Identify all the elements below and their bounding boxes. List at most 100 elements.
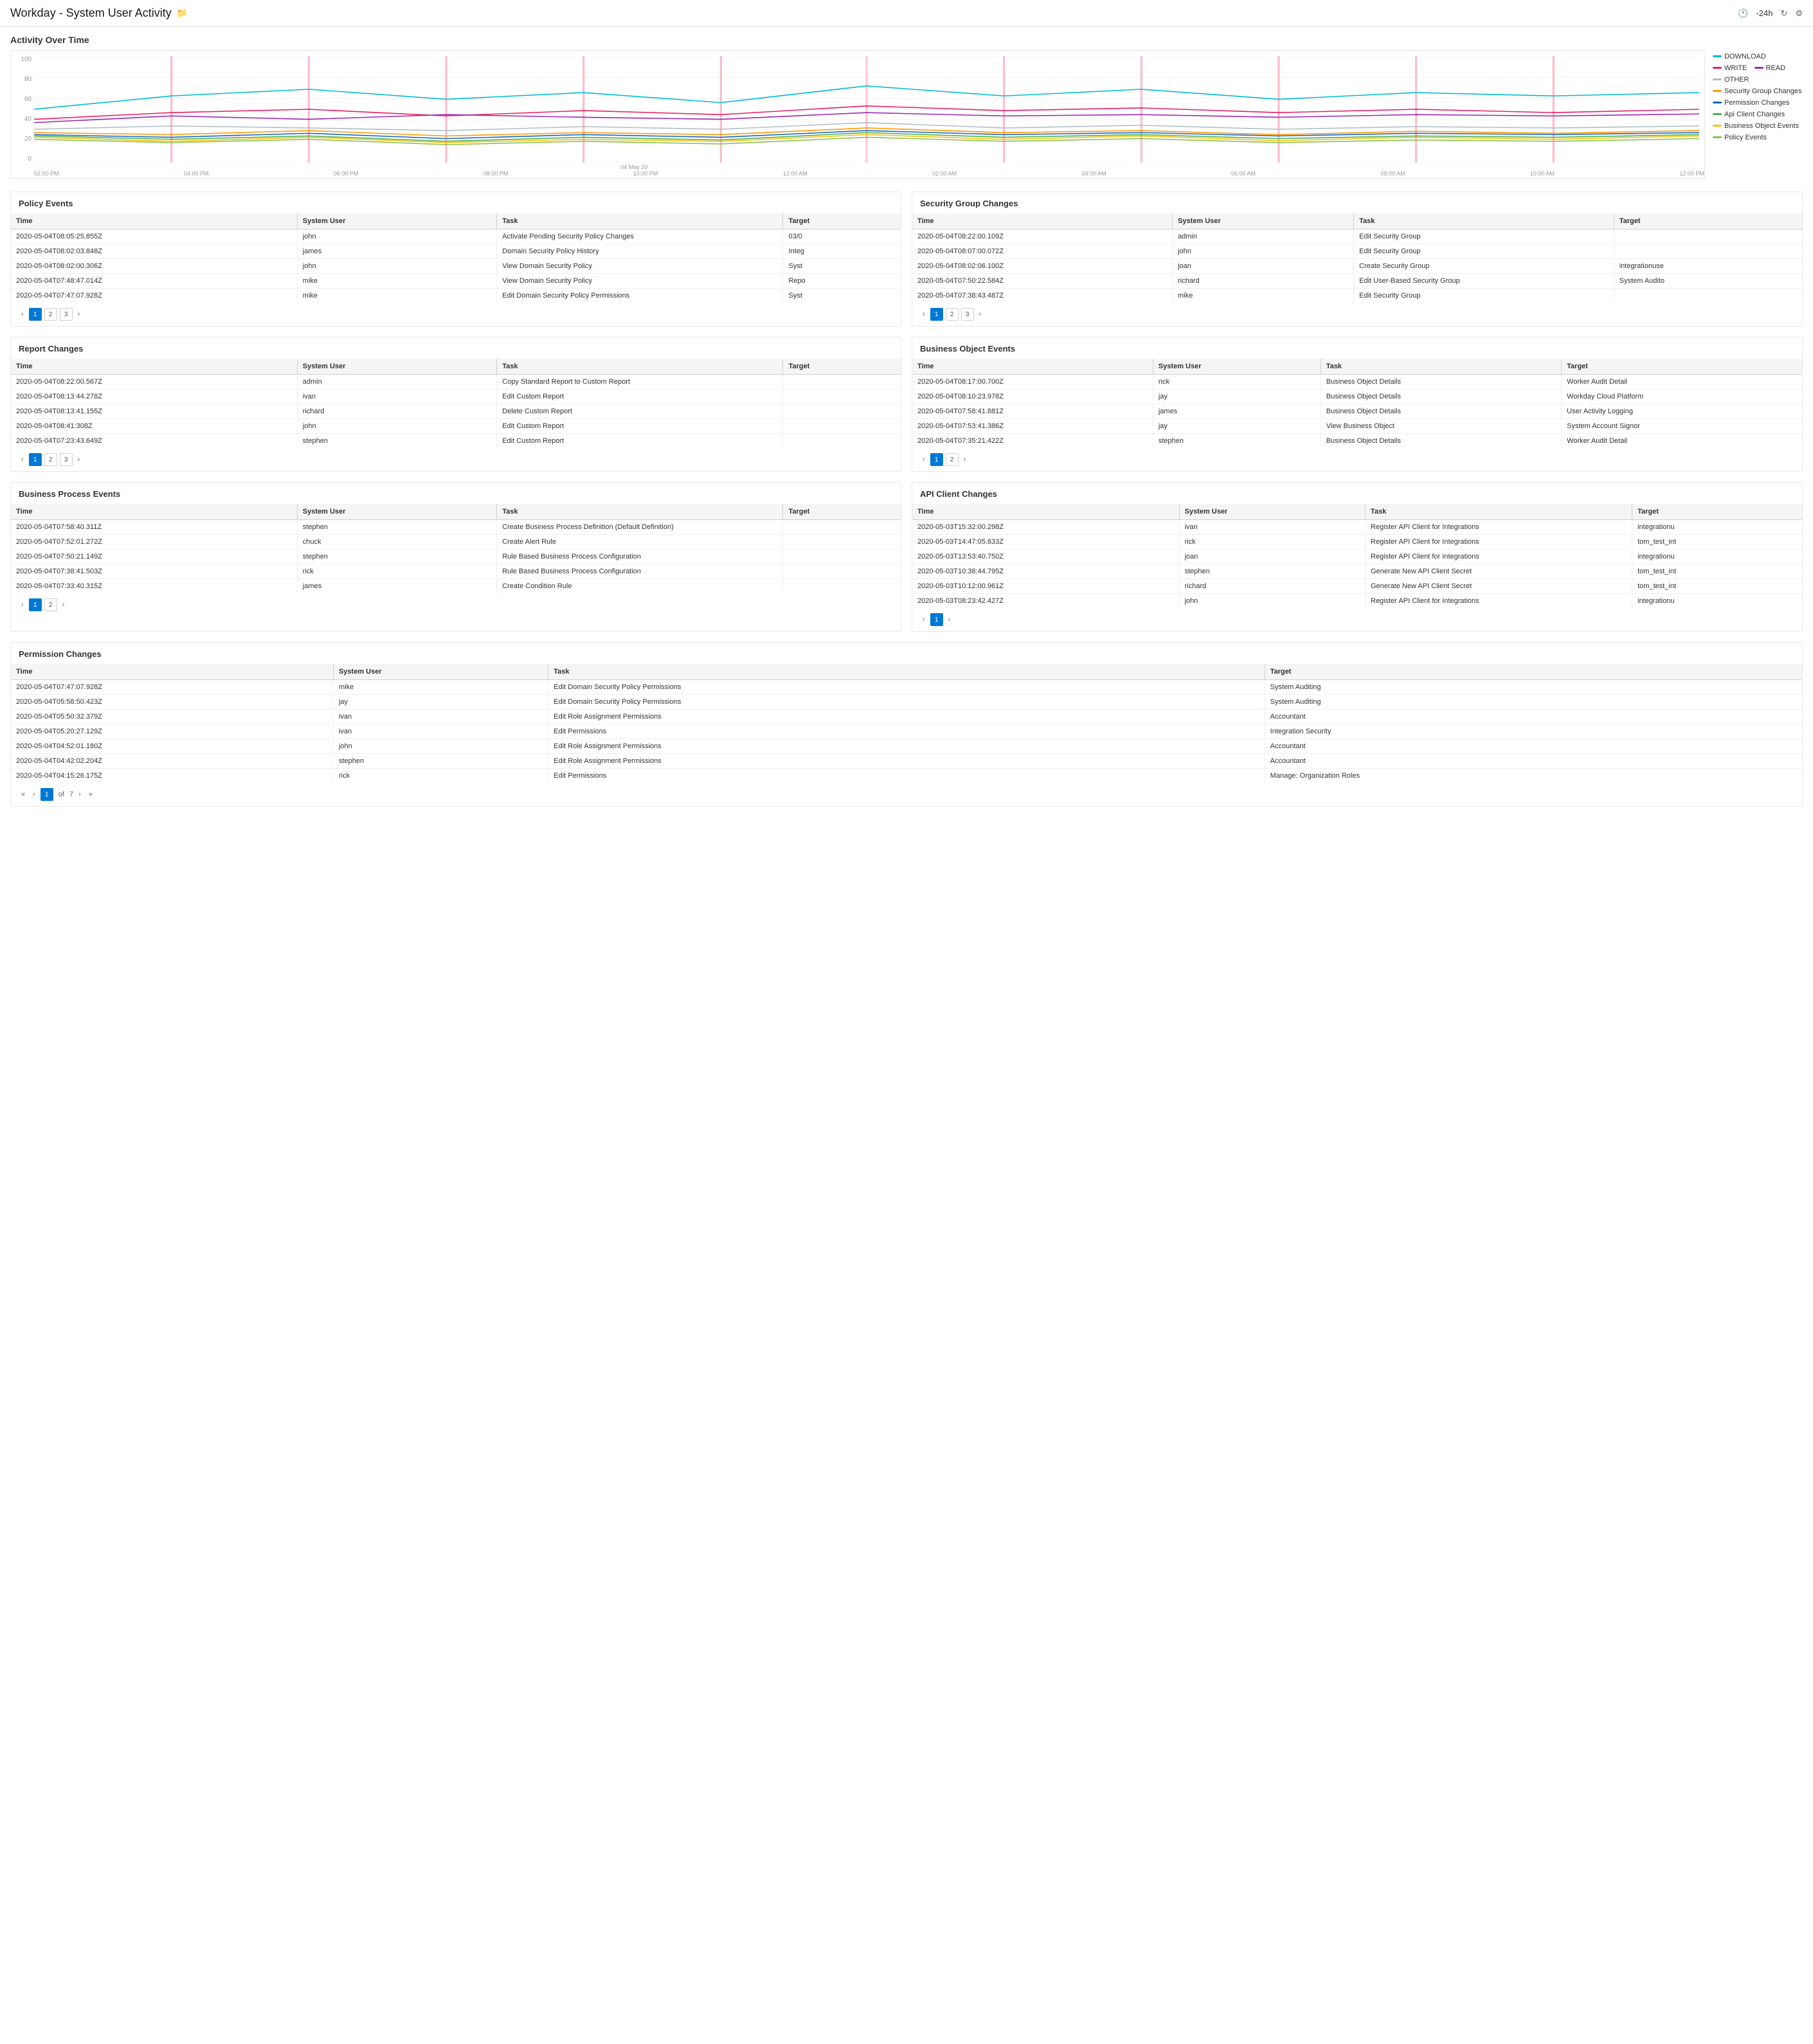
col-sysuser: System User (297, 504, 496, 520)
col-sysuser: System User (297, 359, 496, 375)
prev-arrow[interactable]: ‹ (19, 309, 26, 319)
folder-icon: 📁 (177, 8, 188, 19)
table-row: 2020-05-04T07:50:22.584ZrichardEdit User… (912, 274, 1802, 289)
col-time: Time (11, 213, 297, 229)
next-arrow[interactable]: › (76, 789, 84, 800)
chart-legend: DOWNLOAD WRITE READ OTHER Security Group… (1713, 50, 1803, 179)
table-row: 2020-05-04T07:50:21.149ZstephenRule Base… (11, 550, 901, 564)
page-1[interactable]: 1 (29, 308, 42, 321)
report-changes-table: Time System User Task Target 2020-05-04T… (11, 359, 901, 448)
table-row: 2020-05-04T07:52:01.272ZchuckCreate Aler… (11, 535, 901, 550)
next-arrow[interactable]: › (60, 600, 68, 610)
table-row: 2020-05-04T08:22:00.109ZadminEdit Securi… (912, 229, 1802, 244)
col-target: Target (1632, 504, 1802, 520)
refresh-icon[interactable]: ↻ (1780, 8, 1787, 19)
permission-changes-title: Permission Changes (11, 643, 1802, 664)
col-time: Time (11, 359, 297, 375)
business-object-table: Time System User Task Target 2020-05-04T… (912, 359, 1802, 448)
page-1[interactable]: 1 (930, 613, 943, 626)
page-1[interactable]: 1 (29, 453, 42, 466)
page-2[interactable]: 2 (44, 453, 57, 466)
next-arrow[interactable]: › (946, 614, 953, 625)
last-arrow[interactable]: » (86, 789, 95, 800)
col-target: Target (1614, 213, 1802, 229)
table-row: 2020-05-04T08:02:03.848ZjamesDomain Secu… (11, 244, 901, 259)
table-row: 2020-05-03T08:23:42.427ZjohnRegister API… (912, 594, 1802, 609)
next-arrow[interactable]: › (961, 454, 969, 465)
page-1[interactable]: 1 (930, 453, 943, 466)
page-3[interactable]: 3 (60, 453, 73, 466)
report-changes-section: Report Changes Time System User Task Tar… (10, 337, 901, 472)
page-3[interactable]: 3 (961, 308, 974, 321)
table-row: 2020-05-04T05:20:27.129ZivanEdit Permiss… (11, 724, 1802, 739)
prev-arrow[interactable]: ‹ (920, 614, 928, 625)
permission-changes-table: Time System User Task Target 2020-05-04T… (11, 664, 1802, 783)
page-2[interactable]: 2 (44, 308, 57, 321)
page-1[interactable]: 1 (41, 788, 53, 801)
table-row: 2020-05-03T13:53:40.750ZjoanRegister API… (912, 550, 1802, 564)
api-client-pagination: ‹ 1 › (912, 608, 1802, 631)
business-process-title: Business Process Events (11, 483, 901, 504)
col-sysuser: System User (1173, 213, 1354, 229)
table-row: 2020-05-04T08:41:308ZjohnEdit Custom Rep… (11, 419, 901, 434)
col-target: Target (1265, 664, 1802, 680)
prev-arrow[interactable]: ‹ (19, 600, 26, 610)
x-axis: 02:00 PM 04:00 PM 06:00 PM 08:00 PM 10:0… (34, 170, 1704, 177)
security-group-section: Security Group Changes Time System User … (912, 192, 1803, 327)
next-arrow[interactable]: › (75, 309, 83, 319)
business-process-section: Business Process Events Time System User… (10, 482, 901, 632)
page-2[interactable]: 2 (946, 308, 959, 321)
business-process-table: Time System User Task Target 2020-05-04T… (11, 504, 901, 593)
table-row: 2020-05-04T07:47:07.928ZmikeEdit Domain … (11, 680, 1802, 695)
table-row: 2020-05-04T07:58:41.881ZjamesBusiness Ob… (912, 404, 1802, 419)
prev-arrow[interactable]: ‹ (19, 454, 26, 465)
col-sysuser: System User (297, 213, 496, 229)
table-row: 2020-05-04T08:07:00.072ZjohnEdit Securit… (912, 244, 1802, 259)
table-row: 2020-05-04T04:15:26.175ZrickEdit Permiss… (11, 769, 1802, 784)
prev-arrow[interactable]: ‹ (920, 454, 928, 465)
col-target: Target (783, 504, 901, 520)
col-task: Task (497, 213, 783, 229)
col-sysuser: System User (333, 664, 548, 680)
table-row: 2020-05-04T04:42:02.204ZstephenEdit Role… (11, 754, 1802, 769)
table-row: 2020-05-03T10:38:44.795ZstephenGenerate … (912, 564, 1802, 579)
permission-changes-section: Permission Changes Time System User Task… (10, 642, 1803, 807)
page-1[interactable]: 1 (29, 598, 42, 611)
time-range[interactable]: -24h (1756, 8, 1772, 18)
table-row: 2020-05-04T05:50:32.379ZivanEdit Role As… (11, 710, 1802, 724)
table-row: 2020-05-04T08:10:23.978ZjayBusiness Obje… (912, 390, 1802, 404)
col-time: Time (11, 664, 333, 680)
table-row: 2020-05-04T08:17:00.700ZrickBusiness Obj… (912, 375, 1802, 390)
table-row: 2020-05-04T07:38:41.503ZrickRule Based B… (11, 564, 901, 579)
col-sysuser: System User (1179, 504, 1365, 520)
page-1[interactable]: 1 (930, 308, 943, 321)
table-row: 2020-05-04T07:33:40.315ZjamesCreate Cond… (11, 579, 901, 594)
table-row: 2020-05-04T07:47:07.928ZmikeEdit Domain … (11, 289, 901, 303)
next-arrow[interactable]: › (977, 309, 984, 319)
filter-icon[interactable]: ⚙ (1795, 8, 1803, 19)
prev-arrow[interactable]: ‹ (30, 789, 38, 800)
first-arrow[interactable]: « (19, 789, 28, 800)
table-row: 2020-05-04T07:53:41.386ZjayView Business… (912, 419, 1802, 434)
report-changes-title: Report Changes (11, 337, 901, 359)
page-3[interactable]: 3 (60, 308, 73, 321)
table-row: 2020-05-04T07:23:43.649ZstephenEdit Cust… (11, 434, 901, 449)
next-arrow[interactable]: › (75, 454, 83, 465)
page-total: 7 (69, 791, 73, 798)
page-of: of (59, 791, 64, 798)
table-row: 2020-05-04T08:02:00.306ZjohnView Domain … (11, 259, 901, 274)
page-2[interactable]: 2 (946, 453, 959, 466)
col-sysuser: System User (1153, 359, 1321, 375)
table-row: 2020-05-04T07:35:21.422ZstephenBusiness … (912, 434, 1802, 449)
api-client-section: API Client Changes Time System User Task… (912, 482, 1803, 632)
page-2[interactable]: 2 (44, 598, 57, 611)
policy-events-table: Time System User Task Target 2020-05-04T… (11, 213, 901, 303)
col-task: Task (1354, 213, 1614, 229)
business-object-pagination: ‹ 1 2 › (912, 448, 1802, 471)
permission-changes-pagination: « ‹ 1 of 7 › » (11, 783, 1802, 806)
col-task: Task (548, 664, 1265, 680)
col-task: Task (497, 359, 783, 375)
col-time: Time (11, 504, 297, 520)
business-object-section: Business Object Events Time System User … (912, 337, 1803, 472)
prev-arrow[interactable]: ‹ (920, 309, 928, 319)
